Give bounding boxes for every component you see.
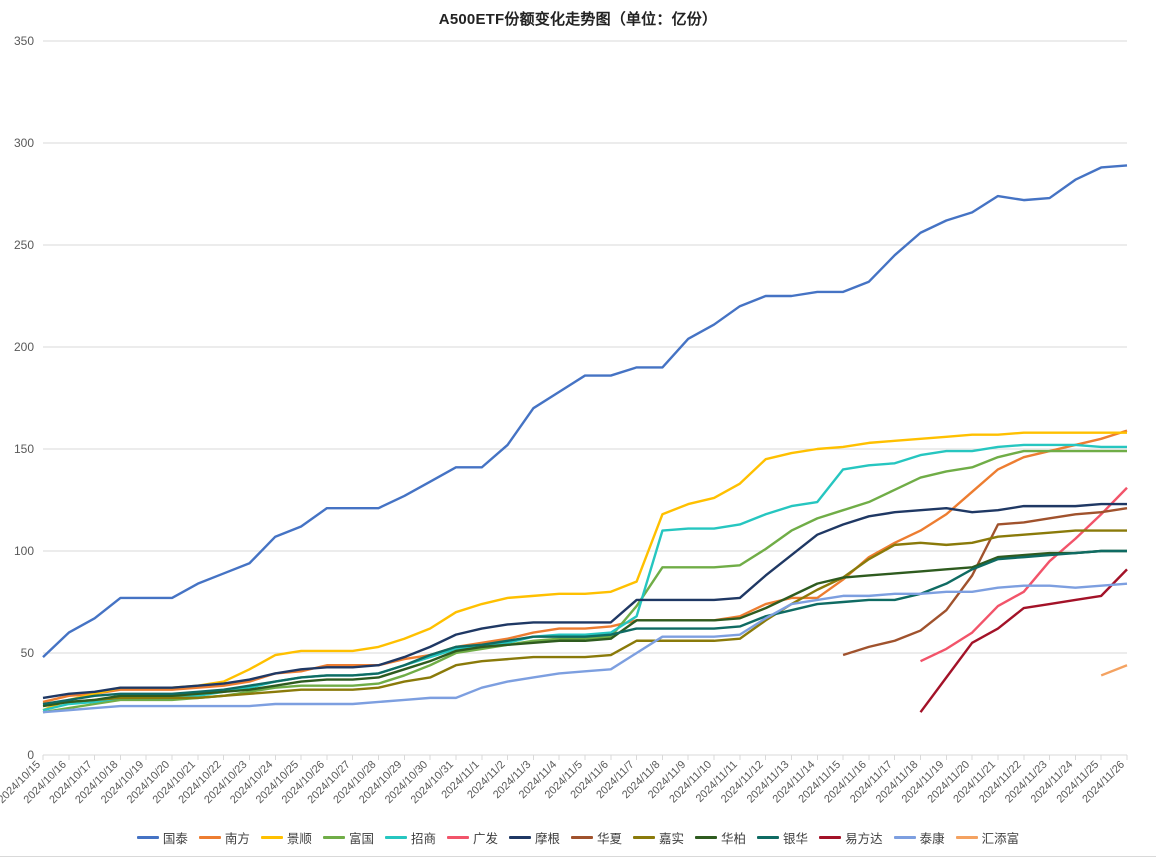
legend-label: 嘉实: [659, 832, 685, 846]
legend-color-swatch: [136, 836, 159, 839]
series-line-摩根: [42, 502, 1127, 700]
series-line-景顺: [42, 431, 1127, 712]
legend-color-swatch: [819, 836, 842, 839]
legend-item-摩根[interactable]: 摩根: [508, 828, 560, 847]
legend-color-swatch: [633, 836, 656, 839]
legend-item-富国[interactable]: 富国: [322, 828, 374, 847]
legend-color-swatch: [955, 836, 978, 839]
legend-item-国泰[interactable]: 国泰: [136, 828, 188, 847]
legend-item-汇添富[interactable]: 汇添富: [955, 828, 1020, 847]
y-axis-tick-label: 350: [14, 34, 34, 48]
y-axis-tick-label: 100: [14, 544, 34, 558]
legend-label: 国泰: [162, 832, 188, 846]
legend-item-嘉实[interactable]: 嘉实: [633, 828, 684, 847]
legend-label: 汇添富: [981, 832, 1020, 846]
legend-item-招商[interactable]: 招商: [384, 828, 436, 847]
legend-color-swatch: [695, 836, 718, 839]
legend-color-swatch: [571, 836, 593, 839]
legend-color-swatch: [322, 836, 345, 839]
y-axis-tick-label: 200: [14, 340, 34, 354]
legend-color-swatch: [893, 836, 916, 839]
legend-item-银华[interactable]: 银华: [757, 828, 808, 847]
legend-item-广发[interactable]: 广发: [446, 828, 498, 847]
y-axis-tick-label: 250: [14, 238, 34, 252]
legend-label: 景顺: [286, 832, 312, 846]
series-line-国泰: [42, 164, 1128, 658]
legend-color-swatch: [757, 836, 780, 839]
y-axis-tick-label: 150: [14, 442, 34, 456]
legend-label: 富国: [348, 832, 374, 846]
legend-label: 华柏: [721, 832, 747, 846]
legend-label: 摩根: [534, 832, 560, 846]
legend-item-泰康[interactable]: 泰康: [893, 828, 945, 847]
legend-color-swatch: [508, 836, 531, 839]
legend-item-易方达[interactable]: 易方达: [819, 828, 883, 847]
series-line-汇添富: [1100, 664, 1128, 677]
legend-label: 招商: [410, 832, 436, 846]
y-axis-tick-label: 50: [21, 646, 35, 660]
line-chart-plot: 0501001502002503003502024/10/152024/10/1…: [0, 34, 1128, 806]
y-axis-tick-label: 300: [14, 136, 34, 150]
legend-color-swatch: [446, 836, 469, 839]
legend-color-swatch: [198, 836, 221, 839]
legend-label: 易方达: [845, 832, 883, 846]
legend-label: 泰康: [919, 832, 945, 846]
legend-label: 银华: [783, 832, 809, 846]
legend-color-swatch: [260, 836, 283, 839]
series-line-嘉实: [42, 529, 1127, 706]
chart-legend: 国泰 南方 景顺 富国 招商 广发 摩根 华夏 嘉实 华柏 银华 易方达 泰康 汇添富: [0, 818, 1156, 857]
legend-color-swatch: [384, 836, 407, 839]
legend-item-南方[interactable]: 南方: [198, 828, 250, 847]
legend-item-华柏[interactable]: 华柏: [695, 828, 746, 847]
chart-container: A500ETF份额变化走势图（单位：亿份） 0 50 100 150 200 250 300…: [0, 0, 1156, 857]
legend-item-华夏[interactable]: 华夏: [571, 828, 622, 847]
legend-label: 南方: [224, 832, 250, 846]
legend-item-景顺[interactable]: 景顺: [260, 828, 312, 847]
legend-label: 广发: [472, 832, 498, 846]
series-line-南方: [42, 429, 1128, 704]
legend-label: 华夏: [597, 832, 623, 846]
